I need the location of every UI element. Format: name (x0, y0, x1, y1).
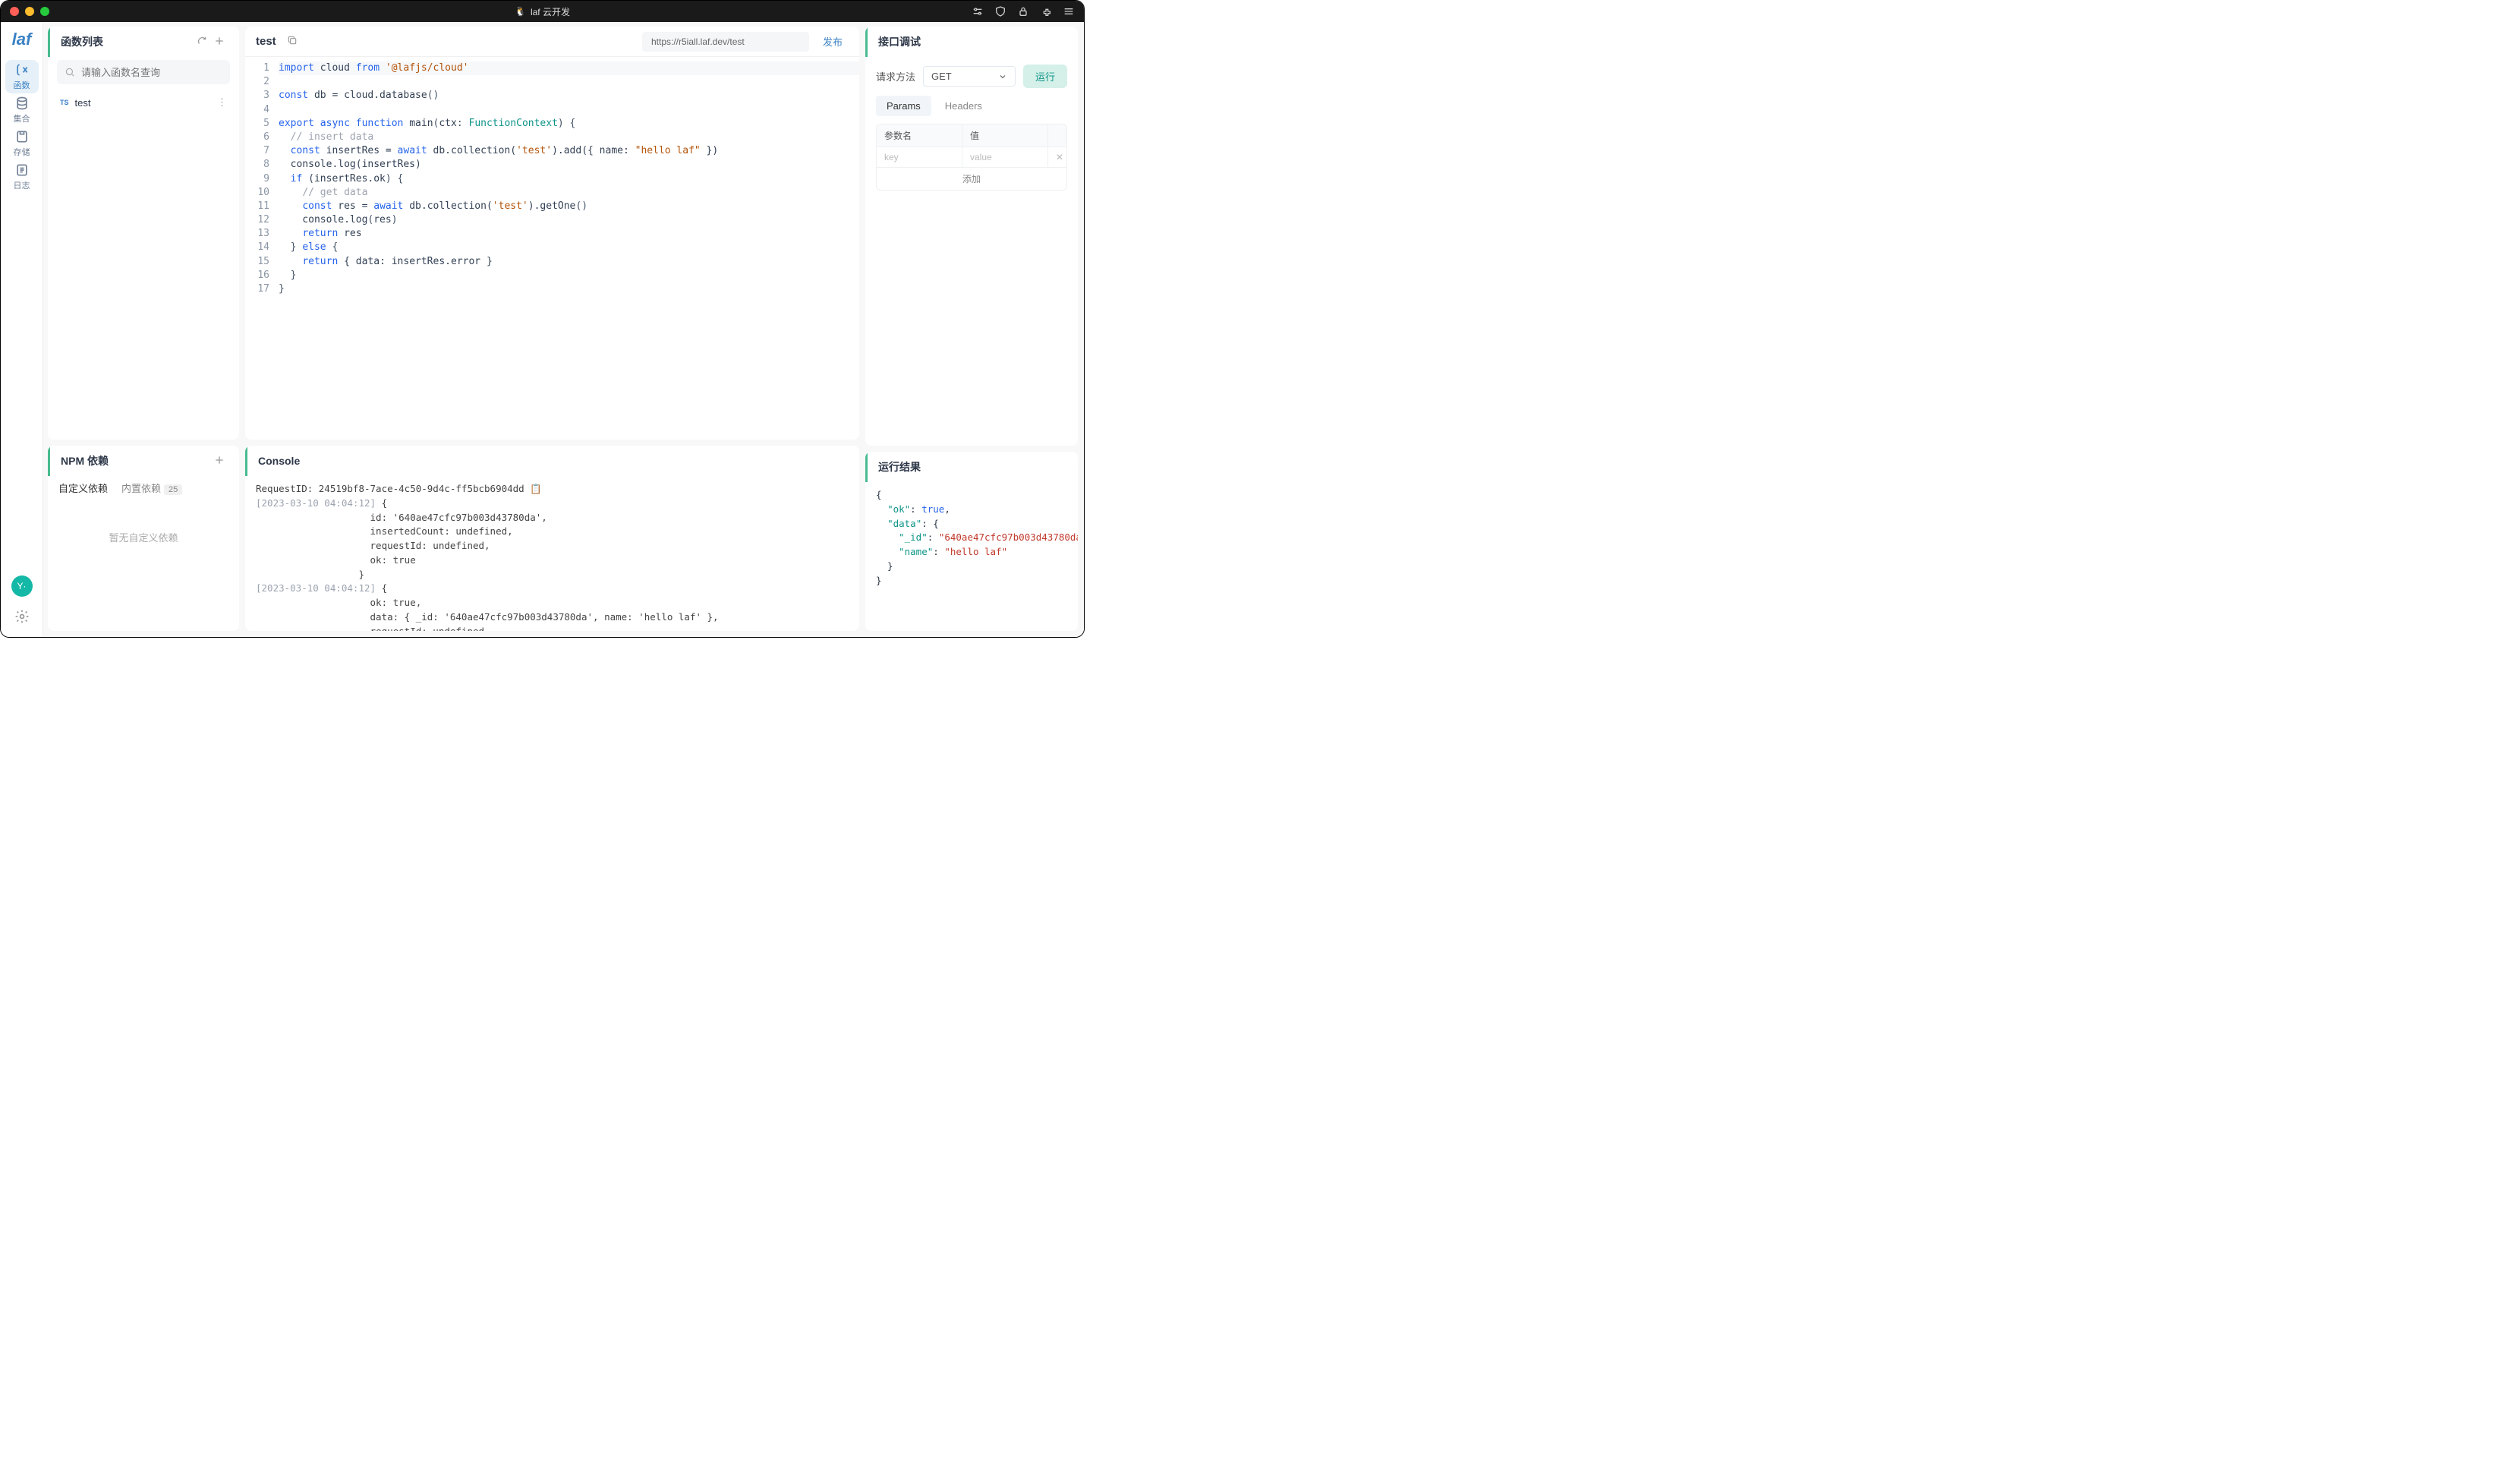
rail-item-storage[interactable]: 存储 (5, 127, 39, 160)
chevron-down-icon (998, 72, 1007, 81)
console-panel: Console RequestID: 24519bf8-7ace-4c50-9d… (245, 446, 859, 631)
refresh-icon[interactable] (194, 33, 210, 52)
result-body: { "ok": true, "data": { "_id": "640ae47c… (865, 482, 1078, 631)
api-debug-title: 接口调试 (878, 34, 921, 49)
console-title: Console (258, 455, 300, 467)
close-window-icon[interactable] (10, 7, 19, 16)
kv-val-placeholder[interactable]: value (962, 147, 1048, 167)
editor-file-title: test (256, 35, 276, 48)
editor-panel: test https://r5iall.laf.dev/test 发布 1234… (245, 27, 859, 440)
menu-icon[interactable] (1063, 5, 1075, 17)
method-select[interactable]: GET (923, 66, 1016, 87)
search-input[interactable] (57, 60, 230, 84)
tab-builtin-deps[interactable]: 内置依赖25 (121, 476, 182, 500)
run-button[interactable]: 运行 (1023, 65, 1067, 88)
tab-headers[interactable]: Headers (934, 96, 993, 116)
method-label: 请求方法 (876, 69, 915, 84)
lock-icon[interactable] (1017, 5, 1029, 17)
npm-title: NPM 依赖 (61, 453, 109, 468)
copy-name-icon[interactable] (284, 32, 301, 51)
kv-val-header: 值 (962, 125, 1048, 147)
add-function-icon[interactable] (210, 32, 228, 52)
search-field[interactable] (81, 67, 222, 78)
console-body: RequestID: 24519bf8-7ace-4c50-9d4c-ff5bc… (245, 476, 859, 631)
function-url[interactable]: https://r5iall.laf.dev/test (642, 32, 809, 52)
publish-button[interactable]: 发布 (817, 31, 849, 52)
function-list-title: 函数列表 (61, 34, 103, 49)
maximize-window-icon[interactable] (40, 7, 49, 16)
search-icon (65, 67, 75, 77)
kv-key-placeholder[interactable]: key (877, 147, 962, 167)
minimize-window-icon[interactable] (25, 7, 34, 16)
method-value: GET (931, 71, 952, 82)
rail-item-log[interactable]: 日志 (5, 160, 39, 194)
function-item[interactable]: TStest⋮ (48, 90, 239, 115)
rail-item-fx[interactable]: 函数 (5, 60, 39, 93)
function-more-icon[interactable]: ⋮ (217, 96, 227, 109)
settings-gear-icon[interactable] (14, 609, 30, 626)
app-icon: 🐧 (515, 6, 526, 17)
settings-toggle-icon[interactable] (972, 5, 984, 17)
nav-rail: laf 函数集合存储日志 Y· (1, 22, 43, 637)
api-debug-panel: 接口调试 请求方法 GET 运行 Params Headers (865, 27, 1078, 446)
rail-item-db[interactable]: 集合 (5, 93, 39, 127)
logo: laf (12, 30, 32, 49)
window-title: laf 云开发 (531, 5, 570, 18)
add-dependency-icon[interactable] (210, 451, 228, 471)
kv-key-header: 参数名 (877, 125, 962, 147)
tab-custom-deps[interactable]: 自定义依赖 (58, 476, 108, 500)
deps-empty-text: 暂无自定义依赖 (48, 500, 239, 575)
avatar[interactable]: Y· (11, 575, 33, 597)
npm-panel: NPM 依赖 自定义依赖 内置依赖25 暂无自定义依赖 (48, 446, 239, 631)
titlebar: 🐧 laf 云开发 (1, 1, 1084, 22)
params-table: 参数名 值 key value ✕ 添加 (876, 124, 1067, 191)
shield-icon[interactable] (994, 5, 1006, 17)
code-editor[interactable]: 1234567891011121314151617 import cloud f… (245, 57, 859, 440)
result-panel: 运行结果 { "ok": true, "data": { "_id": "640… (865, 452, 1078, 631)
result-title: 运行结果 (878, 459, 921, 475)
function-list-panel: 函数列表 TStest⋮ (48, 27, 239, 440)
add-param-button[interactable]: 添加 (877, 167, 1066, 190)
kv-delete-icon[interactable]: ✕ (1048, 147, 1066, 167)
tab-params[interactable]: Params (876, 96, 931, 116)
extension-icon[interactable] (1040, 5, 1052, 17)
